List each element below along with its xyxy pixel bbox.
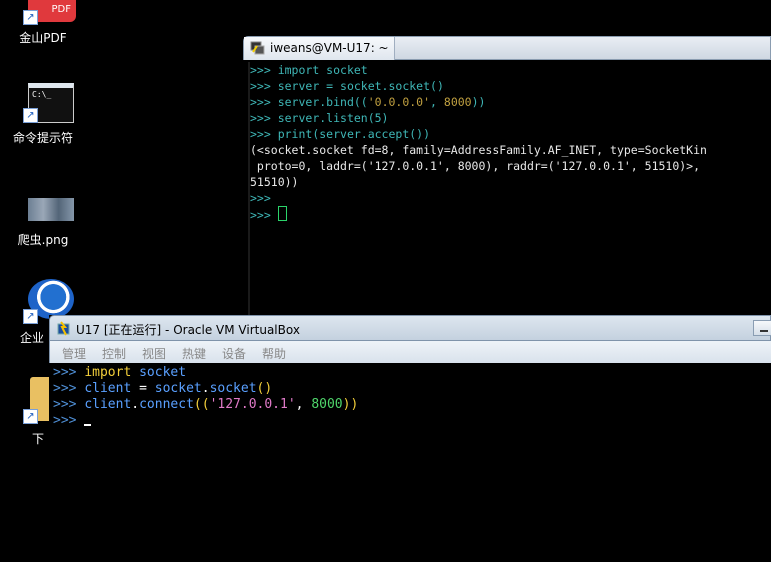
prompt-text: >>>	[250, 127, 278, 141]
terminal-line: 51510))	[250, 174, 771, 190]
virtualbox-menubar: 管理 控制 视图 热键 设备 帮助	[49, 341, 771, 363]
terminal-line: proto=0, laddr=('127.0.0.1', 8000), radd…	[250, 158, 771, 174]
shortcut-arrow-icon: ↗	[23, 10, 38, 25]
code-text: ((	[193, 397, 210, 412]
prompt-text: >>>	[53, 381, 85, 396]
code-text: '127.0.0.1'	[209, 397, 296, 412]
code-text: '0.0.0.0'	[367, 95, 431, 109]
menu-hotkey[interactable]: 热键	[182, 345, 206, 362]
prompt-text: >>>	[250, 95, 278, 109]
code-text: =	[131, 381, 155, 396]
code-text: server.bind((	[277, 95, 368, 109]
terminal-line: >>> server.bind(('0.0.0.0', 8000))	[250, 94, 771, 110]
menu-manage[interactable]: 管理	[62, 345, 86, 362]
terminal-line: >>>	[250, 206, 771, 222]
terminal-tab[interactable]: iweans@VM-U17: ~	[244, 37, 395, 60]
virtualbox-title: U17 [正在运行] - Oracle VM VirtualBox	[76, 323, 300, 337]
terminal-line: (<socket.socket fd=8, family=AddressFami…	[250, 142, 771, 158]
code-text: ()	[256, 381, 273, 396]
shortcut-arrow-icon: ↗	[23, 409, 38, 424]
prompt-text: >>>	[250, 191, 271, 205]
putty-icon	[250, 41, 265, 55]
code-text: server.listen(5)	[277, 111, 389, 125]
text-cursor	[277, 206, 287, 221]
code-text: ,	[430, 95, 444, 109]
shortcut-arrow-icon: ↗	[23, 108, 38, 123]
prompt-text: >>>	[53, 365, 85, 380]
menu-help[interactable]: 帮助	[262, 345, 286, 362]
text-cursor	[84, 424, 92, 426]
terminal-line: >>>	[250, 190, 771, 206]
code-text: socket	[131, 365, 187, 380]
code-text: (<socket.socket fd=8, family=AddressFami…	[250, 143, 707, 157]
menu-view[interactable]: 视图	[142, 345, 166, 362]
image-file-icon	[28, 198, 74, 221]
desktop-icon-label: 命令提示符	[12, 131, 73, 145]
code-text: ))	[471, 95, 486, 109]
terminal-line: >>> client = socket.socket()	[53, 381, 771, 397]
minimize-button[interactable]	[753, 320, 771, 336]
desktop-icon-label: 金山PDF	[19, 31, 67, 45]
menu-control[interactable]: 控制	[102, 345, 126, 362]
shortcut-arrow-icon: ↗	[23, 309, 38, 324]
code-text: ))	[342, 397, 359, 412]
code-text: import	[84, 365, 132, 380]
code-text: 51510))	[250, 175, 299, 189]
code-text: socket	[154, 381, 202, 396]
terminal-line: >>> import socket	[250, 62, 771, 78]
menu-devices[interactable]: 设备	[222, 345, 246, 362]
prompt-text: >>>	[250, 79, 278, 93]
code-text: 8000	[311, 397, 343, 412]
prompt-text: >>>	[250, 111, 278, 125]
code-text: connect	[139, 397, 194, 412]
virtualbox-window[interactable]: U17 [正在运行] - Oracle VM VirtualBox 管理 控制 …	[49, 315, 771, 562]
code-text: socket	[209, 381, 257, 396]
code-text: 8000	[443, 95, 472, 109]
terminal-line: >>> print(server.accept())	[250, 126, 771, 142]
terminal-line: >>> client.connect(('127.0.0.1', 8000))	[53, 397, 771, 413]
code-text: server = socket.socket()	[277, 79, 444, 93]
terminal-line: >>> import socket	[53, 365, 771, 381]
terminal-line: >>>	[53, 413, 771, 429]
terminal-line: >>> server = socket.socket()	[250, 78, 771, 94]
prompt-text: >>>	[53, 413, 85, 428]
prompt-text: >>>	[250, 208, 278, 222]
code-text: client	[84, 397, 132, 412]
desktop-icon-label: 爬虫.png	[17, 233, 69, 247]
code-text: print(server.accept())	[277, 127, 431, 141]
code-text: .	[131, 397, 140, 412]
code-text: client	[84, 381, 132, 396]
prompt-text: >>>	[53, 397, 85, 412]
virtualbox-titlebar[interactable]: U17 [正在运行] - Oracle VM VirtualBox	[49, 315, 771, 341]
code-text: import socket	[277, 63, 368, 77]
code-text: proto=0, laddr=('127.0.0.1', 8000), radd…	[250, 159, 701, 173]
terminal-title: iweans@VM-U17: ~	[270, 41, 389, 55]
prompt-text: >>>	[250, 63, 278, 77]
code-text: .	[201, 381, 210, 396]
code-text: ,	[295, 397, 312, 412]
terminal-titlebar[interactable]: iweans@VM-U17: ~	[243, 36, 771, 60]
vm-console[interactable]: >>> import socket >>> client = socket.soc…	[53, 365, 771, 562]
virtualbox-icon	[57, 321, 70, 336]
terminal-line: >>> server.listen(5)	[250, 110, 771, 126]
